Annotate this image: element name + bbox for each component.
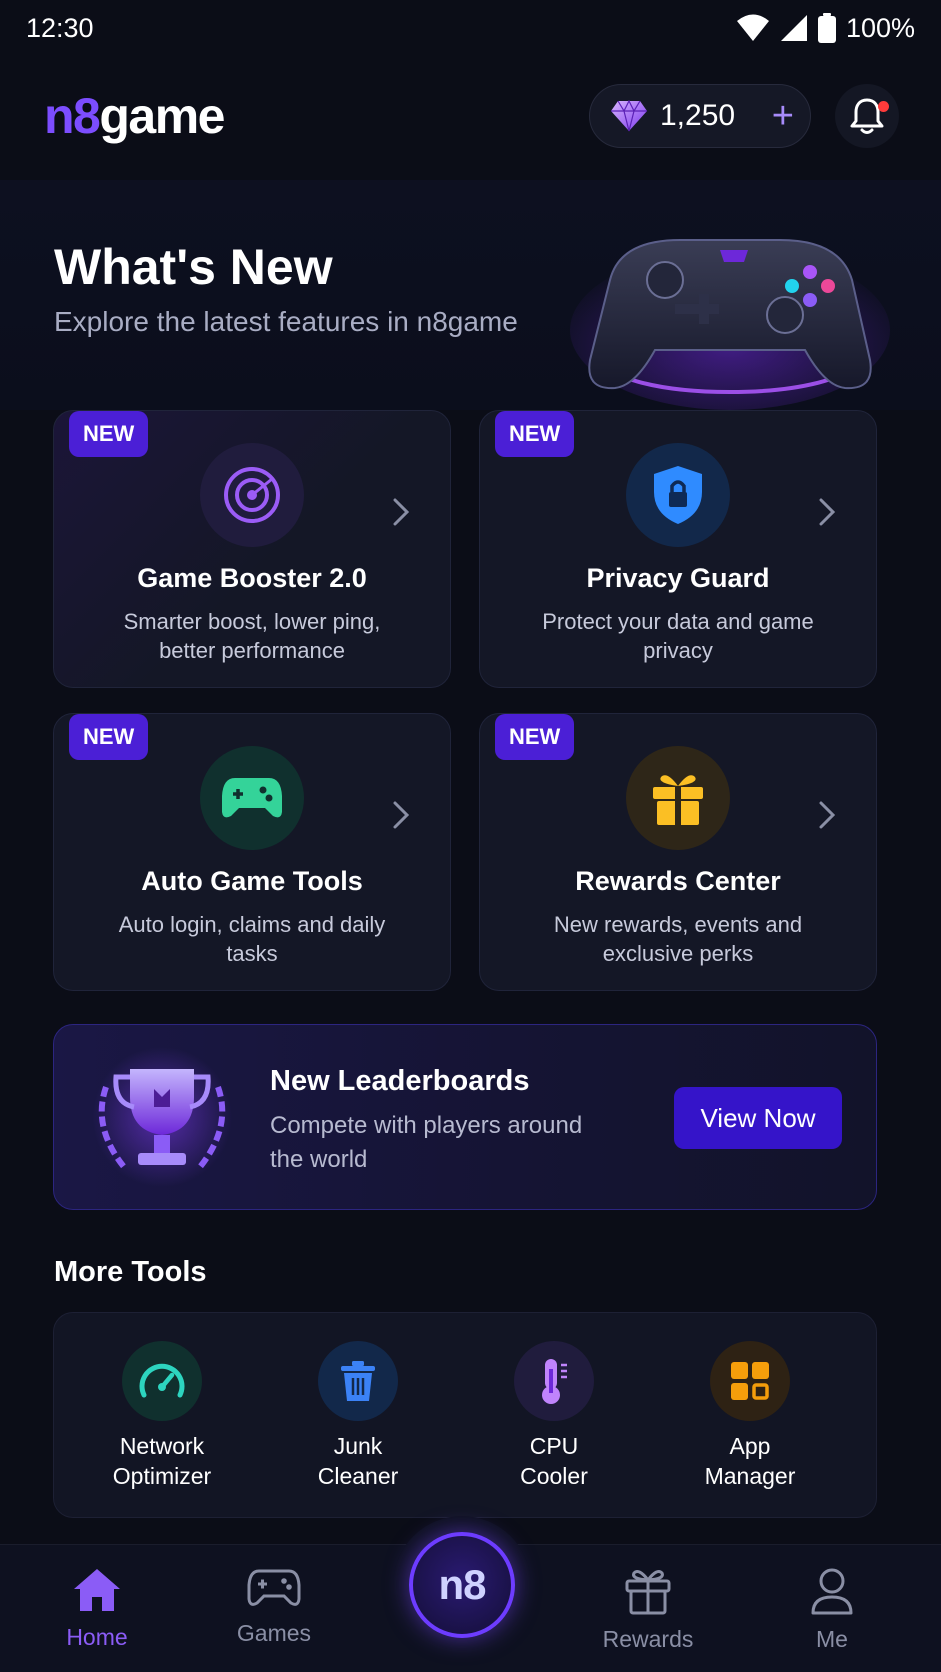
feature-card-rewards-center[interactable]: NEW Rewards Center New rewards, events a… bbox=[479, 713, 877, 991]
nav-home[interactable]: Home bbox=[27, 1567, 167, 1651]
new-badge: NEW bbox=[69, 411, 149, 457]
nav-label: Me bbox=[816, 1626, 848, 1652]
app-header: n8 game 1,250 + bbox=[0, 76, 941, 156]
feature-card-game-booster[interactable]: NEW Game Booster 2.0 Smarter boost, lowe… bbox=[53, 410, 451, 688]
view-now-button[interactable]: View Now bbox=[674, 1087, 842, 1149]
gamepad-icon bbox=[222, 778, 282, 818]
gift-icon bbox=[653, 775, 703, 825]
app-logo[interactable]: n8 game bbox=[44, 87, 225, 145]
hero-title: What's New bbox=[54, 239, 333, 295]
logo-game: game bbox=[99, 88, 225, 144]
wifi-icon bbox=[736, 14, 769, 41]
tool-icon-circle bbox=[122, 1341, 202, 1421]
notifications-button[interactable] bbox=[835, 84, 899, 148]
feature-icon-circle bbox=[200, 443, 304, 547]
gem-count: 1,250 bbox=[660, 99, 736, 132]
status-bar: 12:30 100% bbox=[0, 0, 941, 56]
nav-label: Home bbox=[66, 1624, 128, 1650]
header-actions: 1,250 + bbox=[589, 84, 899, 148]
tool-icon-circle bbox=[710, 1341, 790, 1421]
feature-icon-circle bbox=[200, 746, 304, 850]
tool-label: CPU Cooler bbox=[520, 1433, 588, 1489]
nav-label: Games bbox=[236, 1620, 312, 1646]
diamond-icon bbox=[611, 100, 647, 132]
grid-icon bbox=[731, 1362, 769, 1400]
status-time: 12:30 bbox=[26, 12, 94, 43]
more-tools-heading: More Tools bbox=[54, 1256, 207, 1288]
feature-card-privacy-guard[interactable]: NEW Privacy Guard Protect your data and … bbox=[479, 410, 877, 688]
add-gems-button[interactable]: + bbox=[772, 97, 794, 135]
notification-dot bbox=[878, 101, 889, 112]
feature-icon-circle bbox=[626, 746, 730, 850]
tool-icon-circle bbox=[514, 1341, 594, 1421]
logo-n8: n8 bbox=[44, 88, 101, 144]
nav-label: Rewards bbox=[602, 1626, 694, 1652]
battery-percent: 100% bbox=[845, 12, 915, 43]
trash-icon bbox=[341, 1361, 375, 1401]
gem-balance-pill[interactable]: 1,250 + bbox=[589, 84, 811, 148]
feature-title: Game Booster 2.0 bbox=[137, 563, 367, 593]
gamepad-icon bbox=[247, 1569, 301, 1606]
nav-rewards[interactable]: Rewards bbox=[578, 1567, 718, 1653]
leaderboard-banner[interactable]: New Leaderboards Compete with players ar… bbox=[53, 1024, 877, 1210]
gift-icon bbox=[625, 1570, 671, 1615]
tool-label: App Manager bbox=[704, 1433, 796, 1489]
gamepad-illustration bbox=[570, 239, 890, 410]
home-icon bbox=[74, 1569, 120, 1611]
nav-me[interactable]: Me bbox=[762, 1567, 902, 1653]
leaderboard-subtitle: Compete with players around the world bbox=[270, 1112, 583, 1173]
tool-label: Junk Cleaner bbox=[317, 1433, 399, 1489]
tool-junk-cleaner[interactable]: Junk Cleaner bbox=[260, 1341, 456, 1491]
feature-icon-circle bbox=[626, 443, 730, 547]
battery-icon bbox=[817, 13, 836, 43]
feature-card-auto-game-tools[interactable]: NEW Auto Game Tools Auto login, claims a… bbox=[53, 713, 451, 991]
chevron-right-icon bbox=[393, 498, 410, 526]
signal-icon bbox=[780, 15, 807, 41]
thermometer-icon bbox=[542, 1359, 567, 1404]
profile-icon bbox=[811, 1568, 853, 1615]
radar-icon bbox=[224, 467, 280, 523]
nav-games[interactable]: Games bbox=[204, 1567, 344, 1647]
chevron-right-icon bbox=[819, 498, 836, 526]
n8-center-button[interactable]: n8 bbox=[409, 1532, 515, 1638]
chevron-right-icon bbox=[393, 801, 410, 829]
feature-title: Rewards Center bbox=[575, 866, 781, 896]
status-icons: 100% bbox=[736, 13, 915, 44]
trophy-icon bbox=[92, 1047, 232, 1187]
feature-description: Protect your data and game privacy bbox=[542, 609, 814, 663]
feature-description: New rewards, events and exclusive perks bbox=[553, 912, 803, 966]
new-badge: NEW bbox=[69, 714, 149, 760]
tool-label: Network Optimizer bbox=[112, 1433, 212, 1489]
tool-cpu-cooler[interactable]: CPU Cooler bbox=[456, 1341, 652, 1491]
tool-icon-circle bbox=[318, 1341, 398, 1421]
tool-app-manager[interactable]: App Manager bbox=[652, 1341, 848, 1491]
shield-lock-icon bbox=[654, 466, 702, 524]
speedometer-icon bbox=[139, 1363, 185, 1398]
feature-title: Auto Game Tools bbox=[141, 866, 363, 896]
tool-network-optimizer[interactable]: Network Optimizer bbox=[64, 1341, 260, 1491]
new-badge: NEW bbox=[495, 714, 575, 760]
feature-description: Auto login, claims and daily tasks bbox=[118, 912, 386, 966]
feature-title: Privacy Guard bbox=[586, 563, 770, 593]
leaderboard-title: New Leaderboards bbox=[270, 1065, 530, 1097]
hero-subtitle: Explore the latest features in n8game bbox=[54, 306, 518, 337]
feature-description: Smarter boost, lower ping, better perfor… bbox=[123, 609, 381, 663]
new-badge: NEW bbox=[495, 411, 575, 457]
whats-new-hero: What's New Explore the latest features i… bbox=[0, 180, 941, 410]
chevron-right-icon bbox=[819, 801, 836, 829]
more-tools-panel: Network Optimizer Junk Cleaner CPU Coole… bbox=[53, 1312, 877, 1518]
